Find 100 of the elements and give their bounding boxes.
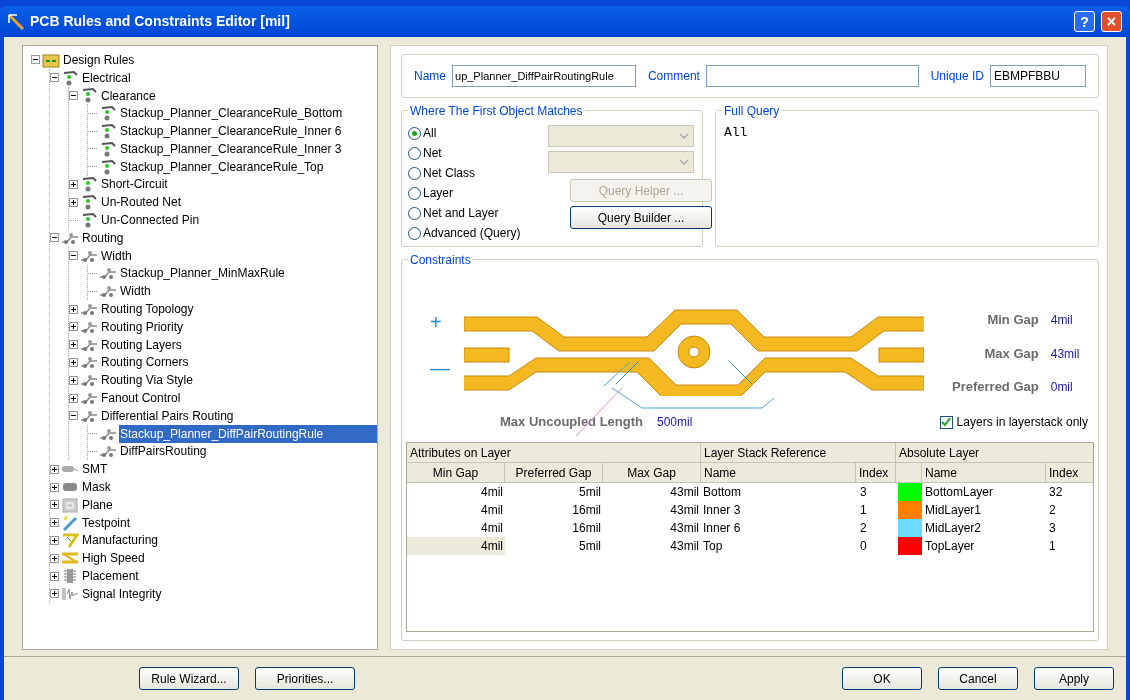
tree-item[interactable]: Electrical bbox=[81, 68, 132, 87]
column-header[interactable]: Max Gap bbox=[603, 463, 701, 483]
gap-value[interactable]: 4mil bbox=[1050, 311, 1080, 329]
tree-item[interactable]: Mask bbox=[81, 478, 112, 497]
help-button[interactable]: ? bbox=[1074, 11, 1095, 32]
tree-item[interactable]: Stackup_Planner_ClearanceRule_Inner 3 bbox=[119, 139, 343, 158]
routing-icon bbox=[99, 265, 117, 282]
tree-item[interactable]: High Speed bbox=[81, 549, 146, 568]
radio-button[interactable] bbox=[408, 206, 421, 220]
column-header[interactable]: Name bbox=[701, 463, 856, 483]
table-cell-text: BottomLayer bbox=[924, 484, 995, 501]
expand-toggle[interactable] bbox=[50, 464, 59, 474]
uncoupled-value[interactable]: 500mil bbox=[657, 413, 693, 431]
tree-item[interactable]: Testpoint bbox=[81, 513, 132, 532]
radio-button[interactable] bbox=[408, 126, 421, 140]
routing-icon bbox=[80, 354, 98, 371]
table-cell-text: Inner 6 bbox=[702, 520, 742, 537]
expand-toggle[interactable] bbox=[50, 589, 59, 599]
collapse-toggle[interactable] bbox=[69, 411, 78, 421]
column-header[interactable]: Preferred Gap bbox=[505, 463, 603, 483]
tree-item[interactable]: Manufacturing bbox=[81, 531, 160, 550]
radio-label: Net Class bbox=[423, 165, 475, 182]
tree-item[interactable]: Width bbox=[119, 282, 152, 301]
expand-toggle[interactable] bbox=[69, 179, 78, 189]
component-icon bbox=[61, 568, 79, 584]
table-cell-text: MidLayer2 bbox=[924, 520, 983, 537]
tree-item[interactable]: Routing Via Style bbox=[100, 371, 194, 390]
tree-item[interactable]: Routing Priority bbox=[100, 317, 185, 336]
tree-item[interactable]: Fanout Control bbox=[100, 389, 182, 408]
tree-item[interactable]: Stackup_Planner_ClearanceRule_Bottom bbox=[119, 104, 344, 123]
table-cell-text: 5mil bbox=[578, 484, 602, 501]
column-header[interactable]: Index bbox=[856, 463, 896, 483]
dialog-button[interactable]: Rule Wizard... bbox=[139, 667, 239, 690]
dialog-button[interactable]: Cancel bbox=[938, 667, 1018, 690]
table-cell-text: 4mil bbox=[480, 520, 504, 537]
rule-icon bbox=[80, 212, 98, 229]
expand-toggle[interactable] bbox=[69, 197, 78, 207]
table-cell-text: 43mil bbox=[669, 484, 700, 501]
expand-toggle[interactable] bbox=[50, 500, 59, 510]
expand-toggle[interactable] bbox=[50, 571, 59, 581]
collapse-toggle[interactable] bbox=[50, 233, 59, 243]
expand-toggle[interactable] bbox=[69, 357, 78, 367]
tree-item[interactable]: Plane bbox=[81, 495, 114, 514]
tree-item[interactable]: Stackup_Planner_DiffPairRoutingRule bbox=[119, 424, 377, 443]
radio-button[interactable] bbox=[408, 226, 421, 240]
radio-button[interactable] bbox=[408, 166, 421, 180]
comment-field[interactable] bbox=[705, 65, 919, 87]
table-cell: 4mil bbox=[407, 537, 505, 555]
gap-value[interactable]: 43mil bbox=[1050, 344, 1080, 363]
tree-item[interactable]: Signal Integrity bbox=[81, 584, 163, 603]
tree-item[interactable]: Stackup_Planner_ClearanceRule_Top bbox=[119, 157, 325, 176]
tree-item[interactable]: Routing Topology bbox=[100, 300, 195, 319]
expand-toggle[interactable] bbox=[50, 518, 59, 528]
dialog-button[interactable]: Query Builder ... bbox=[570, 206, 712, 229]
name-field[interactable]: up_Planner_DiffPairRoutingRule bbox=[452, 65, 636, 87]
tree-item[interactable]: SMT bbox=[81, 460, 109, 479]
rule-icon bbox=[61, 69, 79, 86]
dialog-button[interactable]: Priorities... bbox=[255, 667, 355, 690]
collapse-toggle[interactable] bbox=[69, 251, 78, 261]
close-button[interactable]: × bbox=[1101, 11, 1122, 32]
collapse-toggle[interactable] bbox=[31, 55, 40, 65]
expand-toggle[interactable] bbox=[69, 322, 78, 332]
expand-toggle[interactable] bbox=[69, 393, 78, 403]
expand-toggle[interactable] bbox=[50, 482, 59, 492]
table-cell-text: 2 bbox=[1048, 502, 1057, 519]
gap-value[interactable]: 0mil bbox=[1050, 378, 1080, 396]
tree-item[interactable]: Differential Pairs Routing bbox=[100, 406, 235, 425]
tree-item[interactable]: Clearance bbox=[100, 86, 157, 105]
tree-item[interactable]: Routing Corners bbox=[100, 353, 190, 372]
expand-toggle[interactable] bbox=[69, 375, 78, 385]
expand-toggle[interactable] bbox=[50, 535, 59, 545]
dialog-button[interactable]: OK bbox=[842, 667, 922, 690]
collapse-toggle[interactable] bbox=[50, 73, 59, 83]
expand-toggle[interactable] bbox=[50, 553, 59, 563]
tree-item[interactable]: Routing bbox=[81, 228, 125, 247]
radio-label: Net and Layer bbox=[423, 205, 499, 222]
expand-toggle[interactable] bbox=[69, 340, 78, 350]
tree-item[interactable]: Stackup_Planner_ClearanceRule_Inner 6 bbox=[119, 122, 343, 141]
tree-item[interactable]: DiffPairsRouting bbox=[119, 442, 208, 461]
column-header[interactable]: Index bbox=[1046, 463, 1093, 483]
expand-toggle[interactable] bbox=[69, 304, 78, 314]
tree-item[interactable]: Stackup_Planner_MinMaxRule bbox=[119, 264, 286, 283]
tree-item[interactable]: Un-Connected Pin bbox=[100, 211, 201, 230]
radio-button[interactable] bbox=[408, 146, 421, 160]
collapse-toggle[interactable] bbox=[69, 91, 78, 100]
radio-label: Advanced (Query) bbox=[423, 225, 521, 242]
radio-button[interactable] bbox=[408, 186, 421, 200]
tree-item[interactable]: Width bbox=[100, 246, 133, 265]
table-cell-text: 43mil bbox=[669, 538, 700, 555]
tree-item[interactable]: Short-Circuit bbox=[100, 175, 169, 194]
tree-item[interactable]: Placement bbox=[81, 567, 140, 585]
dialog-button[interactable]: Apply bbox=[1034, 667, 1114, 690]
checkbox[interactable] bbox=[939, 415, 953, 429]
uncoupled-label: Max Uncoupled Length bbox=[500, 413, 643, 432]
column-header[interactable]: Min Gap bbox=[407, 463, 505, 483]
tree-item[interactable]: Un-Routed Net bbox=[100, 193, 183, 212]
tree-item[interactable]: Routing Layers bbox=[100, 335, 183, 354]
column-header[interactable]: Name bbox=[922, 463, 1046, 483]
unique-id-field[interactable]: EBMPFBBU bbox=[990, 65, 1086, 87]
tree-item[interactable]: Design Rules bbox=[62, 50, 136, 69]
